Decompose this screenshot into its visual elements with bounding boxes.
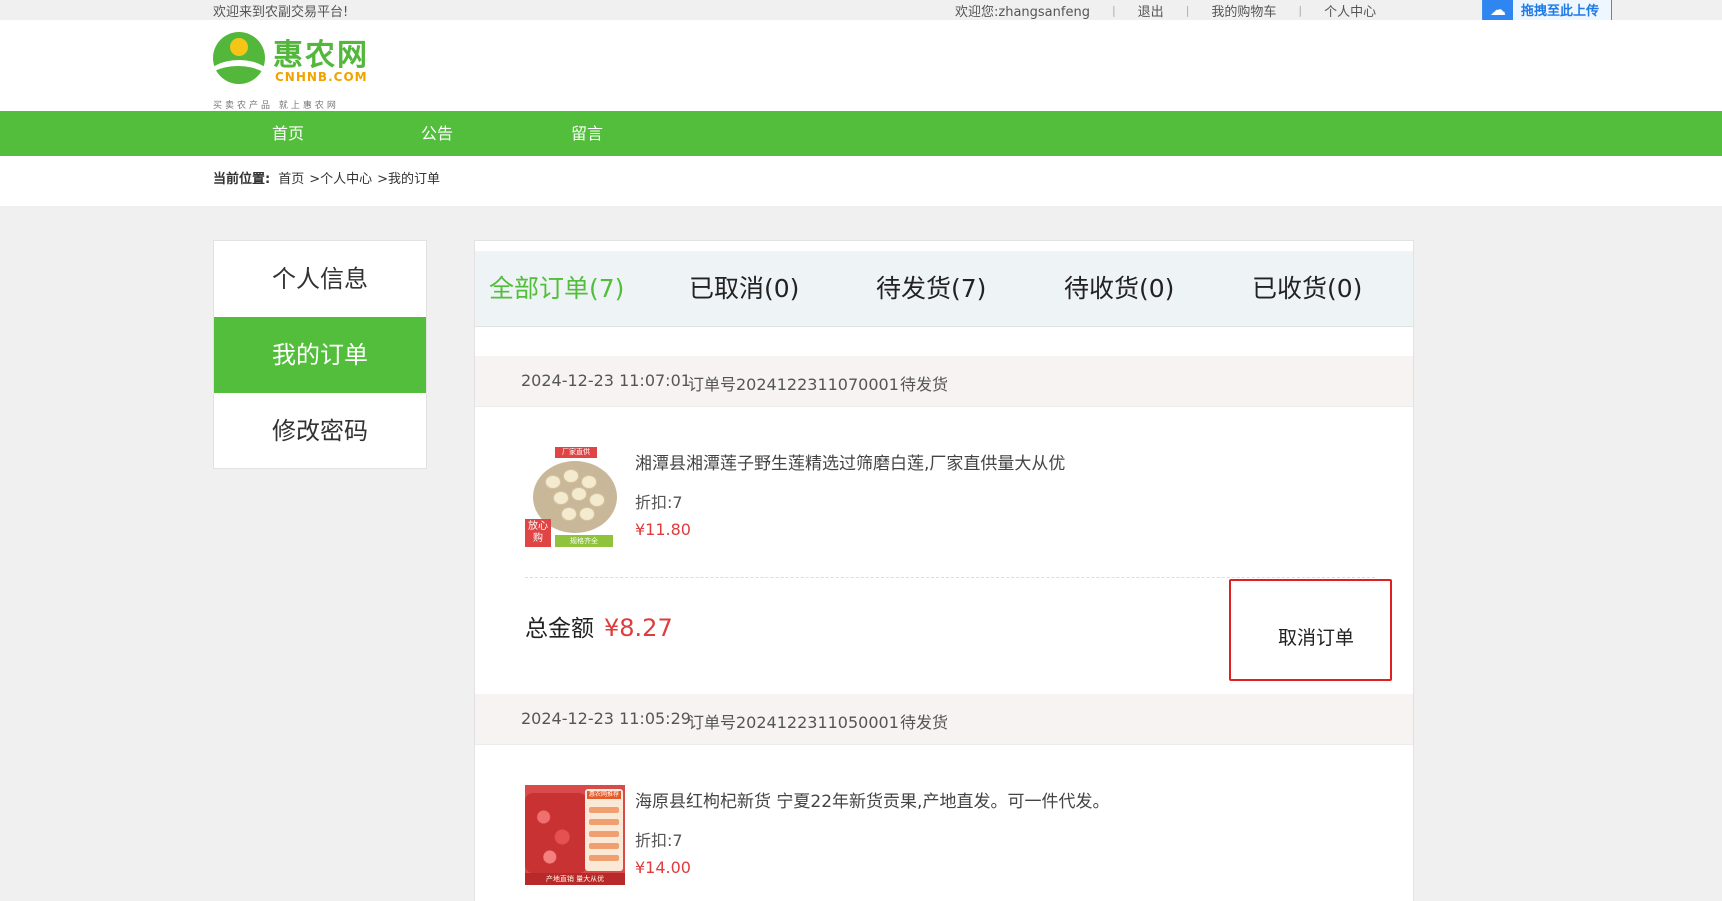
welcome-text: 欢迎来到农副交易平台! [213,5,349,20]
tab-pending-receipt[interactable]: 待收货(0) [1064,251,1174,327]
top-bar: 欢迎来到农副交易平台! 欢迎您:zhangsanfeng | 退出 | 我的购物… [0,0,1722,23]
upload-label: 拖拽至此上传 [1521,4,1600,19]
profile-link[interactable]: 个人中心 [1324,1,1376,20]
order-total: 总金额 ¥8.27 [525,609,673,643]
sidebar-item-my-orders[interactable]: 我的订单 [214,317,426,393]
breadcrumb-bar: 当前位置: 首页 >个人中心 >我的订单 [0,156,1722,206]
divider [525,577,1375,578]
logo-slogan: 买卖农产品 就上惠农网 [213,101,339,111]
nav-announcements[interactable]: 公告 [421,111,453,156]
order-time: 2024-12-23 11:05:29 [521,709,691,728]
site-header: 惠农网 CNHNB.COM 买卖农产品 就上惠农网 [0,20,1722,111]
divider: | [1298,4,1303,17]
sidebar-item-change-password[interactable]: 修改密码 [214,393,426,469]
total-amount: ¥8.27 [604,614,673,642]
logo-brand: 惠农网 [273,38,369,73]
product-image[interactable]: 惠农网推荐 产地直销 量大从优 [525,785,625,885]
site-logo[interactable]: 惠农网 CNHNB.COM 买卖农产品 就上惠农网 [213,30,373,111]
nav-home[interactable]: 首页 [272,111,304,156]
image-tag: 厂家直供 [555,447,597,458]
breadcrumb-orders[interactable]: >我的订单 [377,168,440,187]
main-nav: 首页 公告 留言 [0,111,1722,156]
image-tag: 惠农网推荐 [587,791,621,799]
order-header: 2024-12-23 11:07:01 订单号2024122311070001 … [475,356,1413,407]
order-tabs: 全部订单(7) 已取消(0) 待发货(7) 待收货(0) 已收货(0) [475,251,1413,327]
product-price: ¥11.80 [635,520,691,539]
order-time: 2024-12-23 11:07:01 [521,371,691,390]
image-badge: 放心购 [525,519,551,547]
order-status: 待发货 [900,713,949,732]
breadcrumb-home[interactable]: 首页 [278,168,304,187]
breadcrumb-label: 当前位置: [213,172,271,187]
divider: | [1185,4,1190,17]
logo-domain: CNHNB.COM [275,70,368,84]
sidebar-item-personal-info[interactable]: 个人信息 [214,241,426,317]
tab-received[interactable]: 已收货(0) [1252,251,1362,327]
top-links: 欢迎您:zhangsanfeng | 退出 | 我的购物车 | 个人中心 [955,1,1376,20]
account-sidebar: 个人信息 我的订单 修改密码 [213,240,427,469]
total-label: 总金额 [525,616,594,642]
image-bottom-label: 产地直销 量大从优 [525,873,625,885]
order-header: 2024-12-23 11:05:29 订单号2024122311050001 … [475,694,1413,745]
product-discount: 折扣:7 [635,493,683,512]
product-discount: 折扣:7 [635,831,683,850]
nav-messages[interactable]: 留言 [571,111,603,156]
cart-link[interactable]: 我的购物车 [1211,1,1276,20]
cancel-order-button[interactable]: 取消订单 [1229,579,1392,681]
product-title[interactable]: 湘潭县湘潭莲子野生莲精选过筛磨白莲,厂家直供量大从优 [635,449,1065,474]
user-greeting: 欢迎您:zhangsanfeng [955,5,1090,20]
order-status: 待发货 [900,375,949,394]
order-number: 订单号2024122311050001 [688,713,899,732]
breadcrumb: 当前位置: 首页 >个人中心 >我的订单 [213,168,440,187]
orders-panel: 全部订单(7) 已取消(0) 待发货(7) 待收货(0) 已收货(0) 2024… [474,240,1414,901]
cancel-order-label: 取消订单 [1278,627,1355,649]
image-bottom-label: 规格齐全 [555,535,613,547]
breadcrumb-profile[interactable]: >个人中心 [309,168,372,187]
product-image[interactable]: 厂家直供 放心购 规格齐全 [525,447,625,547]
tab-all-orders[interactable]: 全部订单(7) [489,251,624,327]
order-number: 订单号2024122311070001 [688,375,899,394]
tab-pending-shipment[interactable]: 待发货(7) [876,251,986,327]
logout-link[interactable]: 退出 [1138,1,1164,20]
product-title[interactable]: 海原县红枸杞新货 宁夏22年新货贡果,产地直发。可一件代发。 [635,787,1109,812]
divider: | [1111,4,1116,17]
product-price: ¥14.00 [635,858,691,877]
logo-emblem-icon [213,32,265,84]
tab-cancelled[interactable]: 已取消(0) [689,251,799,327]
